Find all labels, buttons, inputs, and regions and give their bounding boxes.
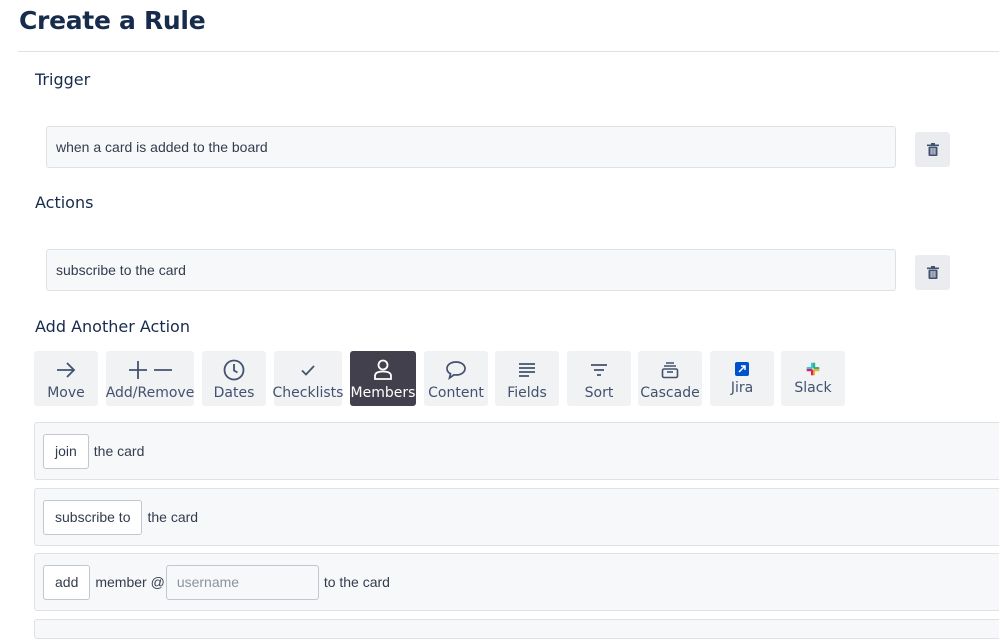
checkmark-icon	[301, 365, 315, 376]
tab-label: Move	[47, 385, 85, 401]
option-text: to the card	[323, 574, 390, 590]
speech-bubble-icon	[446, 361, 466, 380]
option-text: the card	[93, 443, 145, 459]
tab-content[interactable]: Content	[424, 351, 488, 406]
tab-fields[interactable]: Fields	[495, 351, 559, 406]
tab-label: Dates	[213, 385, 255, 401]
tab-label: Slack	[794, 380, 832, 396]
arrow-right-icon	[57, 362, 76, 378]
tab-checklists[interactable]: Checklists	[272, 351, 344, 406]
tab-label: Fields	[507, 385, 547, 401]
trigger-box[interactable]: when a card is added to the board	[46, 126, 896, 168]
tab-label: Content	[428, 385, 484, 401]
jira-icon	[735, 362, 749, 376]
tab-label: Add/Remove	[105, 385, 195, 401]
trash-icon	[926, 266, 939, 279]
delete-action-button[interactable]	[915, 255, 950, 290]
action-box[interactable]: subscribe to the card	[46, 249, 896, 291]
add-member-button[interactable]: add	[43, 564, 91, 600]
option-row-partial	[34, 619, 999, 639]
tab-add-remove[interactable]: Add/Remove	[106, 351, 194, 406]
option-row-add-member: add member @ to the card	[34, 553, 999, 611]
slack-icon	[806, 362, 820, 376]
page-title: Create a Rule	[19, 6, 206, 35]
trigger-text: when a card is added to the board	[56, 139, 268, 155]
person-icon	[374, 359, 392, 380]
tab-members[interactable]: Members	[350, 351, 416, 406]
tab-label: Members	[350, 385, 416, 401]
tab-slack[interactable]: Slack	[781, 351, 845, 406]
lines-icon	[519, 363, 535, 377]
username-input[interactable]	[165, 564, 319, 600]
join-button[interactable]: join	[43, 433, 89, 469]
option-row-subscribe: subscribe to the card	[34, 488, 999, 546]
tab-label: Jira	[730, 380, 754, 396]
stack-icon	[661, 362, 679, 379]
option-text: member @	[95, 574, 165, 590]
tab-dates[interactable]: Dates	[202, 351, 266, 406]
trigger-heading: Trigger	[35, 70, 91, 89]
tab-jira[interactable]: Jira	[710, 351, 774, 406]
delete-trigger-button[interactable]	[915, 132, 950, 167]
action-text: subscribe to the card	[56, 262, 186, 278]
option-text: the card	[147, 509, 199, 525]
trash-icon	[926, 143, 939, 156]
clock-icon	[223, 359, 245, 381]
tab-move[interactable]: Move	[34, 351, 98, 406]
plus-minus-icon	[129, 361, 172, 379]
tab-label: Checklists	[272, 385, 344, 401]
title-divider	[18, 51, 999, 52]
filter-icon	[591, 364, 607, 376]
subscribe-button[interactable]: subscribe to	[43, 499, 143, 535]
tab-cascade[interactable]: Cascade	[638, 351, 702, 406]
add-action-heading: Add Another Action	[35, 317, 190, 336]
tab-sort[interactable]: Sort	[567, 351, 631, 406]
actions-heading: Actions	[35, 193, 94, 212]
tab-label: Cascade	[640, 385, 700, 401]
tab-label: Sort	[584, 385, 614, 401]
option-row-join: join the card	[34, 422, 999, 480]
